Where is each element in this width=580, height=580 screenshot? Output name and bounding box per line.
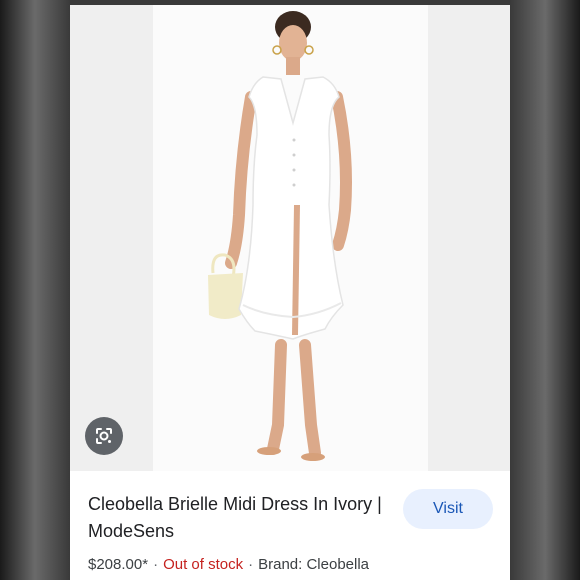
brand-label: Brand: Cleobella	[258, 556, 370, 573]
lens-search-button[interactable]	[85, 417, 123, 455]
product-photo[interactable]	[153, 5, 428, 471]
google-lens-icon	[96, 428, 112, 444]
product-title[interactable]: Cleobella Brielle Midi Dress In Ivory | …	[88, 491, 388, 545]
dress-model-image	[208, 11, 352, 461]
separator-dot: ·	[248, 556, 254, 573]
product-card: Cleobella Brielle Midi Dress In Ivory | …	[70, 5, 510, 580]
visit-button[interactable]: Visit	[403, 489, 493, 529]
product-info: Cleobella Brielle Midi Dress In Ivory | …	[70, 471, 510, 580]
product-price: $208.00*	[88, 556, 149, 573]
product-meta: $208.00* · Out of stock · Brand: Cleobella	[88, 556, 369, 573]
separator-dot: ·	[153, 556, 159, 573]
stock-status: Out of stock	[163, 556, 244, 573]
product-image-area[interactable]	[70, 5, 510, 471]
